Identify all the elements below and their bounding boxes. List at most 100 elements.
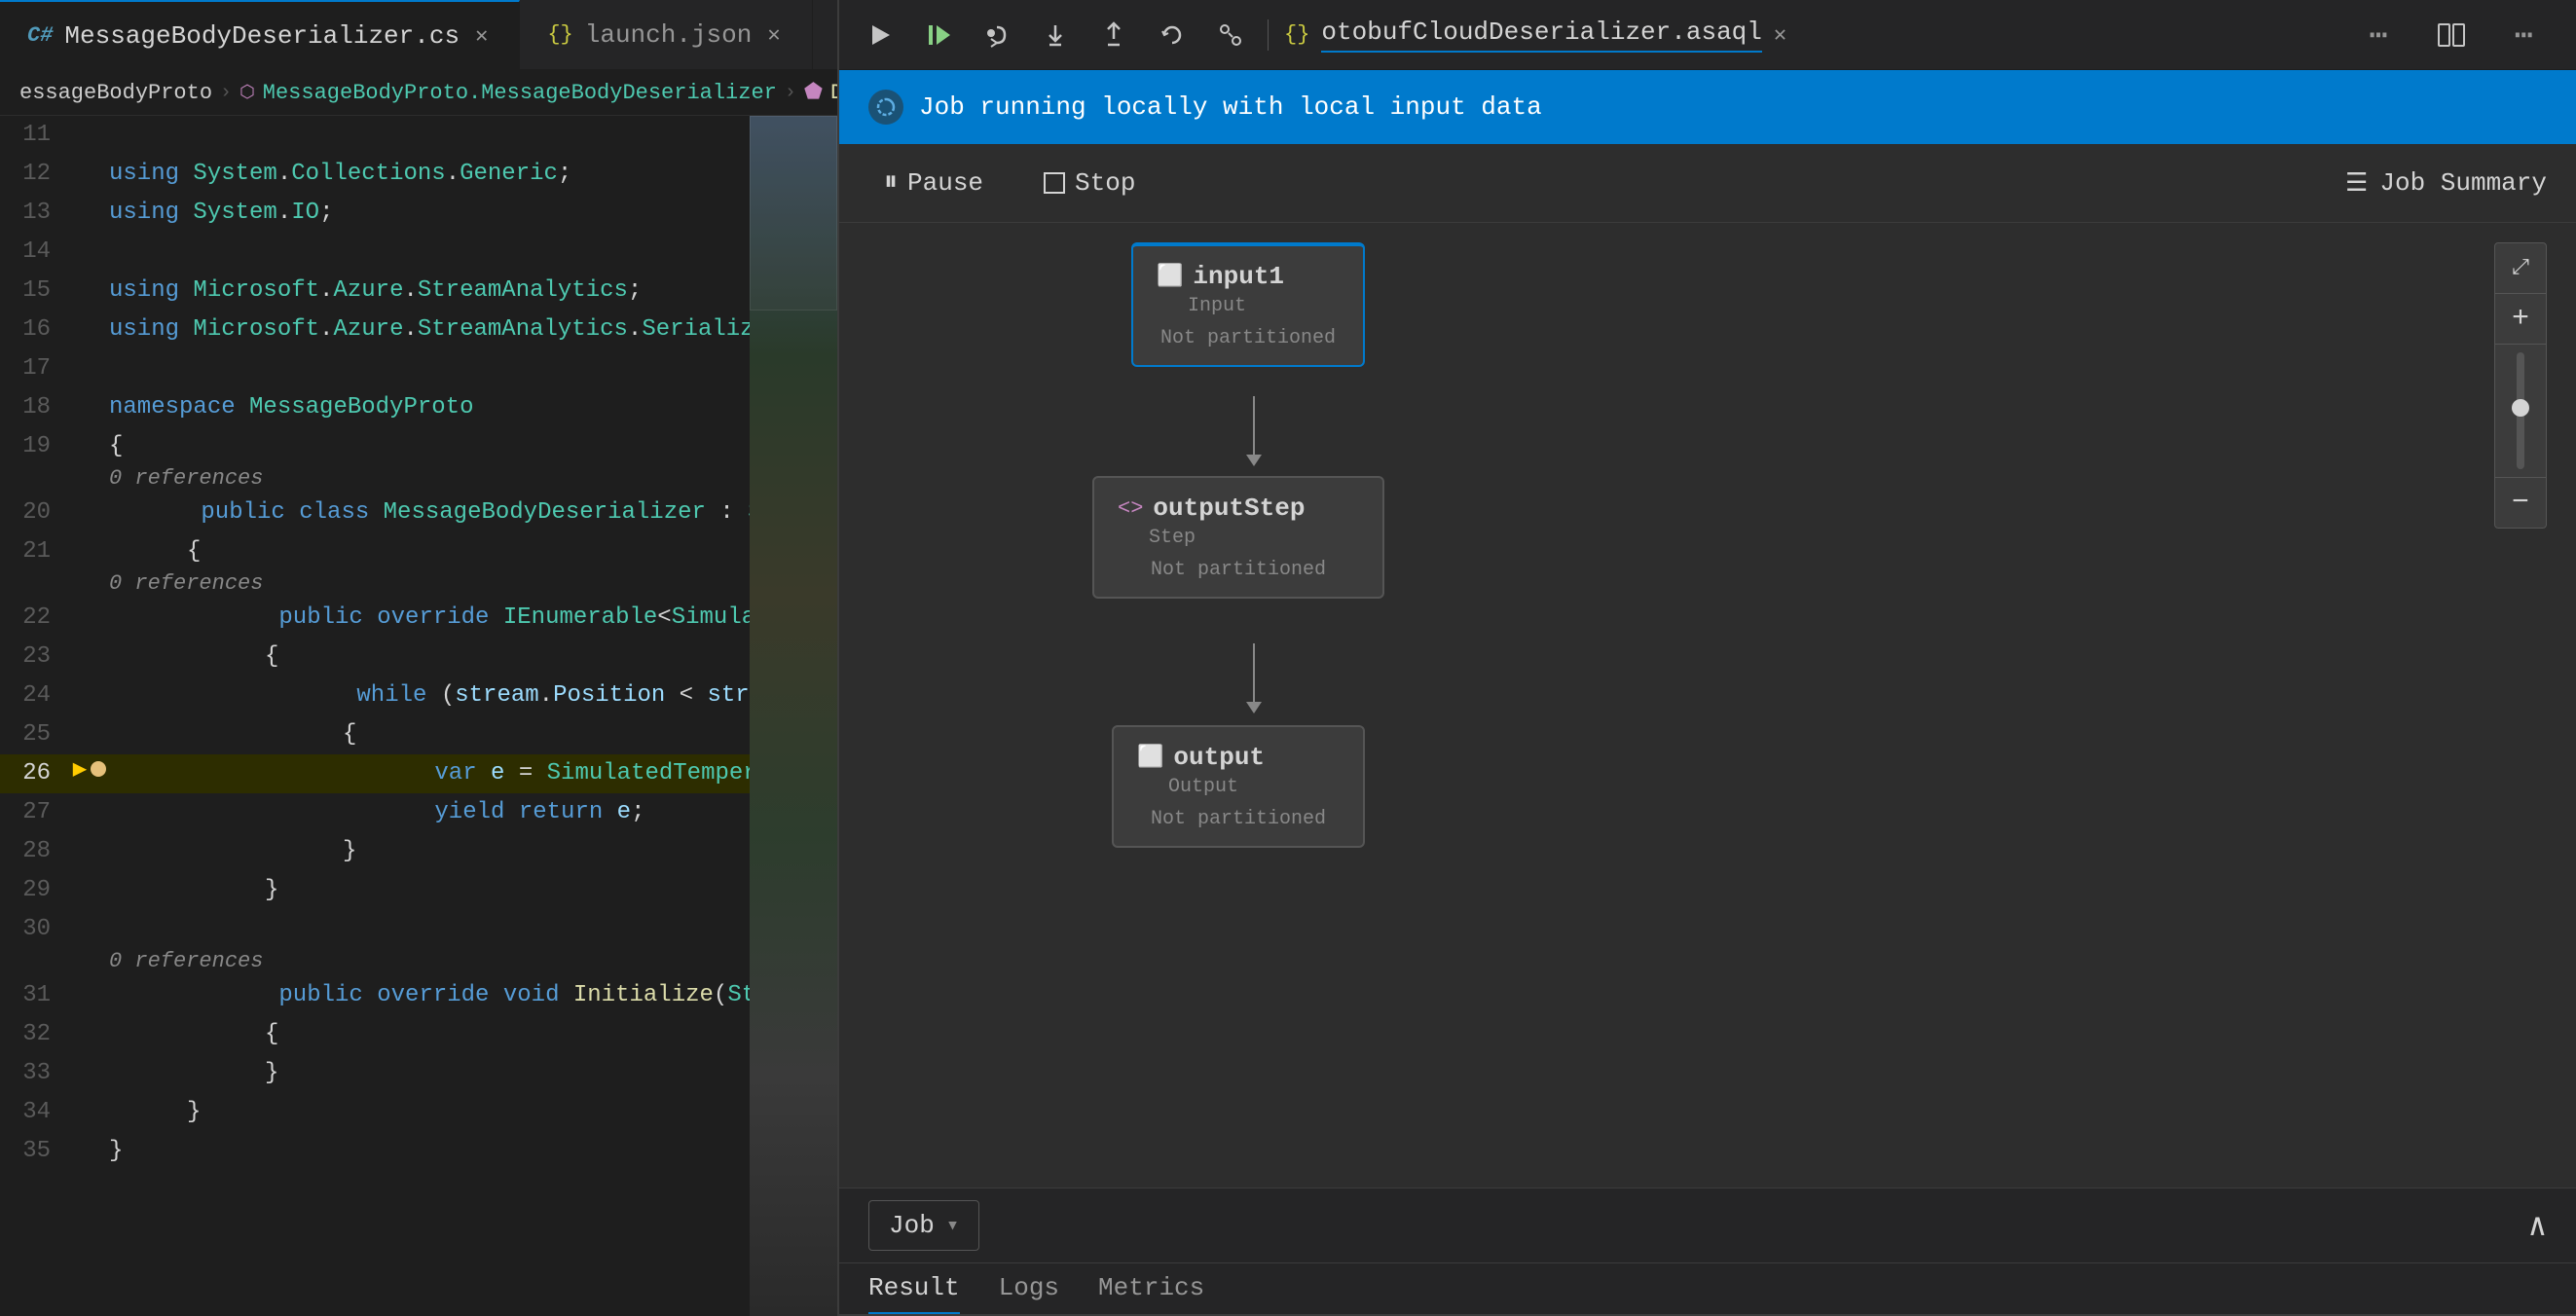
restart-button[interactable] [1151, 14, 1194, 56]
connector-line-2 [1253, 643, 1255, 702]
job-running-icon [868, 90, 903, 125]
code-line-13: 13 using System.IO; [0, 194, 750, 233]
job-dropdown[interactable]: Job ▾ [868, 1200, 979, 1251]
step-into-button[interactable] [1034, 14, 1077, 56]
connection-button[interactable] [1209, 14, 1252, 56]
pause-icon: ⏸ [884, 167, 898, 199]
debug-arrow-icon: ▶ [73, 754, 87, 784]
input-node-footer: Not partitioned [1157, 327, 1340, 349]
right-toolbar: {} otobufCloudDeserializer.asaql ✕ ⋯ ⋯ [839, 0, 2576, 70]
dropdown-arrow-icon: ▾ [946, 1213, 959, 1238]
code-line-28: 28 } [0, 832, 750, 871]
connector-line-1 [1253, 396, 1255, 455]
stop-label: Stop [1075, 168, 1135, 198]
toolbar-separator [1268, 19, 1269, 51]
step-out-button[interactable] [1092, 14, 1135, 56]
run-all-button[interactable] [859, 14, 902, 56]
job-summary-label: Job Summary [2379, 168, 2547, 198]
breadcrumb-part-1: essageBodyProto [19, 81, 212, 105]
more-actions-button[interactable]: ⋯ [2491, 16, 2557, 55]
code-line-26: 26 ▶ var e = SimulatedTemperatureSensor.… [0, 754, 750, 793]
job-dropdown-label: Job [889, 1211, 935, 1240]
code-line-33: 33 } [0, 1054, 750, 1093]
code-line-29: 29 } [0, 871, 750, 910]
result-tab-label: Result [868, 1273, 960, 1302]
split-editor-button[interactable] [2427, 14, 2476, 56]
input-node-icon: ⬜ [1157, 264, 1183, 289]
job-summary-icon: ☰ [2345, 168, 2368, 199]
metrics-tab[interactable]: Metrics [1098, 1273, 1204, 1314]
code-editor-content[interactable]: 11 12 using System.Collections.Generic; [0, 116, 837, 1316]
code-line-31-hint: 0 references [0, 949, 750, 976]
code-line-12: 12 using System.Collections.Generic; [0, 155, 750, 194]
input1-node: ⬜ input1 Input Not partitioned [1131, 242, 1365, 367]
code-line-14: 14 [0, 233, 750, 272]
cs-file-icon: C# [27, 23, 53, 48]
editor-minimap[interactable] [750, 116, 837, 1316]
debug-run-button[interactable] [917, 14, 960, 56]
code-line-20-hint: 0 references [0, 466, 750, 494]
step-over-button[interactable] [975, 14, 1018, 56]
tab-json-label: launch.json [585, 20, 753, 50]
code-block-20: 0 references 20 public class MessageBody… [0, 466, 750, 532]
step-node-footer: Not partitioned [1118, 559, 1359, 581]
left-tab-more[interactable]: ... [813, 17, 837, 53]
breadcrumb: essageBodyProto › ⬡ MessageBodyProto.Mes… [0, 70, 837, 116]
step-node-subtitle: Step [1149, 527, 1359, 549]
connector-arrow-2 [1246, 702, 1262, 713]
code-block-31: 0 references 31 public override void Ini… [0, 949, 750, 1015]
logs-tab[interactable]: Logs [999, 1273, 1059, 1314]
zoom-plus-button[interactable]: + [2495, 294, 2546, 345]
code-line-20: 20 public class MessageBodyDeserializer … [0, 494, 750, 532]
left-tab-bar: C# MessageBodyDeserializer.cs ✕ {} launc… [0, 0, 837, 70]
bottom-tab-bar: Result Logs Metrics [839, 1263, 2576, 1316]
input-node-subtitle: Input [1188, 295, 1340, 317]
stop-button[interactable]: Stop [1028, 161, 1151, 205]
right-tab-area: {} otobufCloudDeserializer.asaql ✕ [1284, 18, 2330, 53]
code-line-19: 19 { [0, 427, 750, 466]
code-line-17: 17 [0, 349, 750, 388]
tab-cs-file[interactable]: C# MessageBodyDeserializer.cs ✕ [0, 0, 520, 69]
tab-json-file[interactable]: {} launch.json ✕ [520, 0, 812, 69]
zoom-minus-button[interactable]: − [2495, 477, 2546, 528]
job-controls-bar: ⏸ Pause Stop ☰ Job Summary [839, 144, 2576, 223]
close-tab-json[interactable]: ✕ [763, 20, 784, 50]
breadcrumb-method-icon: ⬟ [804, 80, 823, 105]
zoom-slider-thumb[interactable] [2512, 399, 2529, 417]
output-node-title: output [1173, 743, 1265, 772]
pause-button[interactable]: ⏸ Pause [868, 160, 999, 206]
code-line-27: 27 yield return e; [0, 793, 750, 832]
bottom-panel: Job ▾ ∧ Result Logs Metrics [839, 1188, 2576, 1316]
code-line-34: 34 } [0, 1093, 750, 1132]
output-node-subtitle: Output [1168, 776, 1340, 798]
zoom-slider-track[interactable] [2517, 352, 2524, 469]
job-summary-button[interactable]: ☰ Job Summary [2345, 168, 2547, 199]
code-line-24: 24 while (stream.Position < stream.Lengt… [0, 676, 750, 715]
code-line-22: 22 public override IEnumerable<Simulated… [0, 599, 750, 638]
json-file-icon: {} [547, 22, 572, 47]
right-tab-more[interactable]: ⋯ [2345, 16, 2410, 55]
zoom-controls: ⤢ + − [2494, 242, 2547, 529]
metrics-tab-label: Metrics [1098, 1273, 1204, 1302]
asaql-file-icon: {} [1284, 22, 1309, 47]
breadcrumb-sep-1: › [220, 82, 232, 104]
code-block-22: 0 references 22 public override IEnumera… [0, 571, 750, 638]
code-line-23: 23 { [0, 638, 750, 676]
bottom-panel-header: Job ▾ ∧ [839, 1188, 2576, 1263]
collapse-panel-button[interactable]: ∧ [2528, 1206, 2547, 1245]
pause-label: Pause [907, 168, 983, 198]
close-right-tab[interactable]: ✕ [1774, 22, 1786, 48]
code-line-18: 18 namespace MessageBodyProto [0, 388, 750, 427]
zoom-expand-button[interactable]: ⤢ [2495, 243, 2546, 294]
input-node-title: input1 [1193, 262, 1284, 291]
right-tab-label[interactable]: otobufCloudDeserializer.asaql [1321, 18, 1761, 53]
breadcrumb-class: MessageBodyProto.MessageBodyDeserializer [263, 81, 777, 105]
breadcrumb-method: Deserialize(Stream stream) [830, 81, 837, 105]
close-tab-cs[interactable]: ✕ [471, 21, 492, 51]
breadcrumb-sep-2: › [785, 82, 796, 104]
output-node-footer: Not partitioned [1137, 808, 1340, 830]
code-line-35: 35 } [0, 1132, 750, 1171]
result-tab[interactable]: Result [868, 1273, 960, 1314]
code-line-21: 21 { [0, 532, 750, 571]
job-diagram-area: ⬜ input1 Input Not partitioned <> output… [839, 223, 2576, 1188]
